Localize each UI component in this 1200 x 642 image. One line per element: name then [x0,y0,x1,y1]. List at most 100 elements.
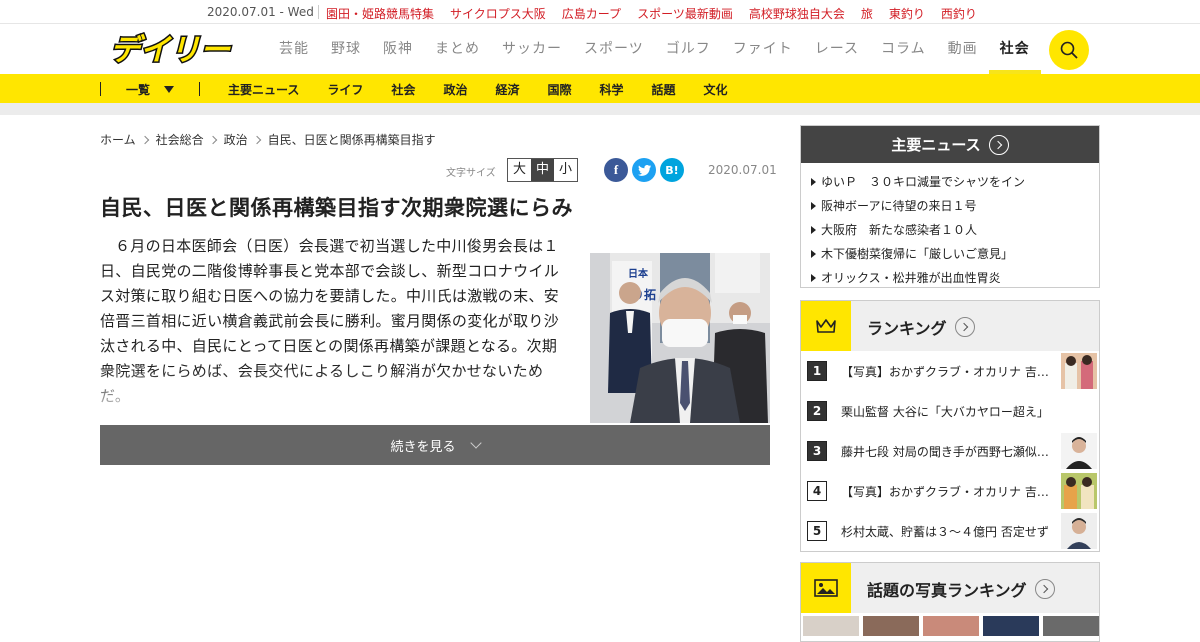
nav-society[interactable]: 社会 [988,25,1041,74]
read-more-button[interactable]: 続きを見る [100,425,770,465]
rank-number: 1 [807,361,827,381]
search-icon [1060,41,1078,59]
main-news-item-label: 木下優樹菜復帰に「厳しいご意見」 [821,247,1014,261]
nav-column[interactable]: コラム [870,25,937,74]
bullet-arrow-icon [811,226,816,234]
photo-ranking-box: 話題の写真ランキング [800,562,1100,642]
subnav-item-main-news[interactable]: 主要ニュース [228,81,299,98]
subnav-item-science[interactable]: 科学 [599,81,623,98]
daily-logo[interactable]: デイリー [100,32,240,66]
search-button[interactable] [1049,30,1089,70]
photo-thumbnail[interactable] [863,616,919,636]
rank-headline: 杉村太蔵、貯蓄は３～４億円 否定せず [841,524,1049,539]
nav-geino[interactable]: 芸能 [268,25,320,74]
hatena-bookmark-button[interactable]: B! [660,158,684,182]
nav-baseball[interactable]: 野球 [320,25,372,74]
top-link-sonoda[interactable]: 園田・姫路競馬特集 [318,5,442,22]
top-bar: 2020.07.01 - Wed 園田・姫路競馬特集 サイクロプス大阪 広島カー… [0,0,1200,24]
main-news-list: ゆいＰ ３０キロ減量でシャツをイン 阪神ボーアに待望の来日１号 大阪府 新たな感… [801,163,1099,297]
photo-ranking-header[interactable]: 話題の写真ランキング [801,563,1099,613]
font-size-small-button[interactable]: 小 [554,159,577,181]
top-link-sports-video[interactable]: スポーツ最新動画 [629,5,741,22]
rank-number: 4 [807,481,827,501]
breadcrumb-current: 自民、日医と関係再構築目指す [267,133,436,147]
ranking-box: ランキング 1 【写真】おかずクラブ・オカリナ 吉… 2 栗山監督 大谷に「大バ… [800,300,1100,552]
ranking-row[interactable]: 5 杉村太蔵、貯蓄は３～４億円 否定せず [807,513,1097,549]
main-news-item[interactable]: ゆいＰ ３０キロ減量でシャツをイン [811,170,1089,194]
subnav-item-society[interactable]: 社会 [391,81,415,98]
subnav-items: 主要ニュース ライフ 社会 政治 経済 国際 科学 話題 文化 [228,81,756,98]
top-link-carp[interactable]: 広島カープ [554,5,629,22]
ranking-row[interactable]: 4 【写真】おかずクラブ・オカリナ 吉… [807,473,1097,509]
subnav-item-life[interactable]: ライフ [327,81,363,98]
subnav-divider [199,82,200,96]
article-fade [100,370,580,415]
nav-soccer[interactable]: サッカー [491,25,573,74]
main-news-item[interactable]: 阪神ボーアに待望の来日１号 [811,194,1089,218]
photo-thumbnail[interactable] [923,616,979,636]
main-news-item[interactable]: 木下優樹菜復帰に「厳しいご意見」 [811,242,1089,266]
facebook-share-button[interactable]: f [604,158,628,182]
main-news-item[interactable]: オリックス・松井雅が出血性胃炎 [811,266,1089,290]
twitter-share-button[interactable] [632,158,656,182]
main-news-item-label: オリックス・松井雅が出血性胃炎 [821,271,1001,285]
photo-thumbnail[interactable] [1043,616,1099,636]
ranking-row[interactable]: 2 栗山監督 大谷に「大バカヤロー超え」 [807,393,1097,429]
sub-nav: 一覧 主要ニュース ライフ 社会 政治 経済 国際 科学 話題 文化 [0,74,1200,103]
subnav-item-international[interactable]: 国際 [547,81,571,98]
list-dropdown[interactable]: 一覧 [126,81,175,98]
main-news-header[interactable]: 主要ニュース [801,126,1099,163]
subnav-item-culture[interactable]: 文化 [704,81,728,98]
read-more-label: 続きを見る [390,439,456,455]
main-news-title: 主要ニュース [891,136,981,154]
breadcrumb-society[interactable]: 社会総合 [156,131,204,148]
image-icon [801,563,851,613]
font-size-medium-button[interactable]: 中 [531,159,554,181]
ranking-header[interactable]: ランキング [801,301,1099,351]
list-label: 一覧 [126,83,151,97]
ranking-row[interactable]: 1 【写真】おかずクラブ・オカリナ 吉… [807,353,1097,389]
bullet-arrow-icon [811,274,816,282]
subnav-item-topics[interactable]: 話題 [652,81,676,98]
top-link-west-fishing[interactable]: 西釣り [933,5,985,22]
bullet-arrow-icon [811,178,816,186]
rank-thumbnail [1061,353,1097,389]
top-link-highschool[interactable]: 高校野球独自大会 [741,5,853,22]
share-buttons: f B! [604,158,688,182]
top-link-east-fishing[interactable]: 東釣り [881,5,933,22]
nav-matome[interactable]: まとめ [424,25,491,74]
ranking-title: ランキング [867,319,947,338]
site-header: デイリー 芸能 野球 阪神 まとめ サッカー スポーツ ゴルフ ファイト レース… [0,25,1200,74]
rank-thumbnail [1061,513,1097,549]
rank-headline: 【写真】おかずクラブ・オカリナ 吉… [841,364,1049,379]
breadcrumb-politics[interactable]: 政治 [224,131,248,148]
font-size-large-button[interactable]: 大 [508,159,531,181]
top-link-travel[interactable]: 旅 [853,5,881,22]
top-link-cyclops[interactable]: サイクロプス大阪 [442,5,554,22]
main-news-item-label: 阪神ボーアに待望の来日１号 [821,199,977,213]
bullet-arrow-icon [811,250,816,258]
main-news-item[interactable]: 大阪府 新たな感染者１０人 [811,218,1089,242]
photo-thumbnail[interactable] [983,616,1039,636]
subnav-item-politics[interactable]: 政治 [443,81,467,98]
ranking-row[interactable]: 3 藤井七段 対局の聞き手が西野七瀬似… [807,433,1097,469]
article-photo-image: 日本 切り拓 [590,253,770,423]
nav-race[interactable]: レース [804,25,870,74]
chevron-right-circle-icon [954,317,975,337]
article-title: 自民、日医と関係再構築目指す次期衆院選にらみ [100,196,573,220]
subnav-item-economy[interactable]: 経済 [495,81,519,98]
breadcrumb-home[interactable]: ホーム [100,131,136,148]
nav-fight[interactable]: ファイト [722,25,804,74]
chevron-right-circle-icon [988,134,1009,155]
rank-thumbnail [1061,473,1097,509]
photo-thumbnail[interactable] [803,616,859,636]
nav-sports[interactable]: スポーツ [573,25,655,74]
rank-number: 2 [807,401,827,421]
nav-golf[interactable]: ゴルフ [655,25,722,74]
rank-headline: 栗山監督 大谷に「大バカヤロー超え」 [841,404,1049,419]
nav-video[interactable]: 動画 [937,25,989,74]
article-photo[interactable]: 日本 切り拓 [590,253,770,423]
nav-hanshin[interactable]: 阪神 [372,25,424,74]
subnav-divider [100,82,101,96]
rank-number: 3 [807,441,827,461]
